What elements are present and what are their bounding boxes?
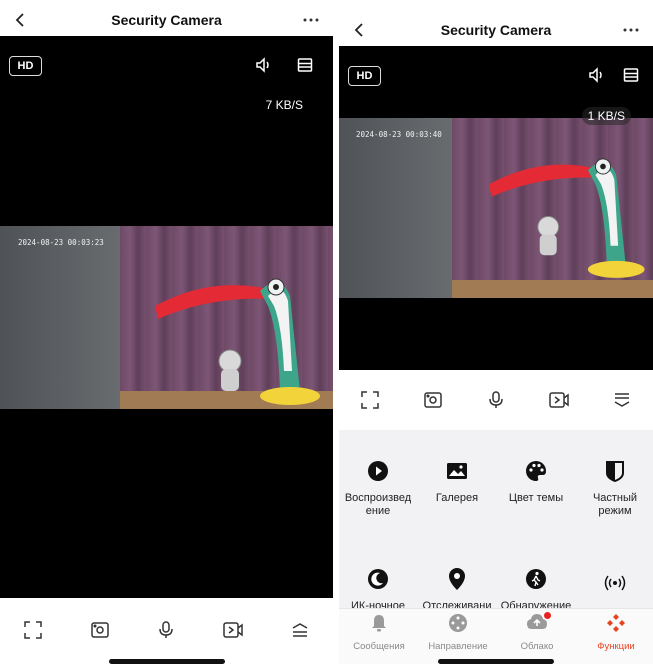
collapse-menu-icon[interactable] (607, 385, 637, 415)
camera-frame: 2024-08-23 00:03:23 (0, 226, 333, 409)
live-video-view[interactable]: HD 2024-08-23 00:03:40 1 KB/S (339, 46, 653, 370)
func-tracking[interactable]: Отслеживани (418, 566, 496, 608)
direction-pad-icon (448, 613, 468, 638)
func-wireless[interactable] (576, 570, 653, 604)
tab-label: Сообщения (353, 641, 405, 652)
tab-direction[interactable]: Направление (419, 613, 497, 652)
toucan-lamp-image (488, 158, 645, 278)
cloud-upload-icon (526, 612, 551, 638)
camera-frame: 2024-08-23 00:03:40 (339, 118, 653, 298)
func-label: Воспроизвед ение (344, 492, 412, 517)
layout-icon[interactable] (620, 64, 642, 86)
wireless-signal-icon (602, 570, 628, 596)
page-title: Security Camera (440, 22, 552, 38)
microphone-icon[interactable] (481, 385, 511, 415)
layout-icon[interactable] (294, 54, 316, 76)
func-label: ИК-ночное (351, 600, 405, 608)
tab-label: Направление (428, 641, 488, 652)
tab-functions[interactable]: Функции (577, 613, 653, 652)
control-bar (339, 382, 653, 418)
notification-dot (544, 612, 551, 619)
bitrate-readout: 1 KB/S (581, 107, 631, 125)
hd-quality-button[interactable]: HD (9, 56, 42, 76)
record-video-icon[interactable] (544, 385, 574, 415)
location-pin-icon (444, 566, 470, 592)
bottom-tab-bar: Сообщения Направление Облако Функции (339, 608, 653, 664)
play-icon (365, 458, 391, 484)
camera-wall (339, 118, 459, 298)
bitrate-readout: 7 KB/S (265, 98, 303, 112)
fullscreen-icon[interactable] (355, 385, 385, 415)
left-phone-screen: Security Camera HD 7 KB/S 2024-08-23 00:… (0, 0, 333, 664)
back-chevron-icon[interactable] (347, 18, 371, 42)
expand-menu-icon[interactable] (285, 615, 315, 645)
func-label: Галерея (435, 492, 479, 504)
func-label: Отслеживани (422, 600, 492, 608)
camera-wall (0, 226, 127, 409)
more-options-icon[interactable] (617, 18, 645, 42)
speaker-icon[interactable] (252, 54, 274, 76)
func-private-mode[interactable]: Частный режим (576, 458, 653, 518)
top-bar: Security Camera (339, 10, 653, 50)
control-bar (0, 612, 333, 648)
video-timestamp: 2024-08-23 00:03:23 (18, 238, 104, 247)
func-playback[interactable]: Воспроизвед ение (339, 458, 417, 518)
page-title: Security Camera (111, 12, 222, 28)
speaker-icon[interactable] (585, 64, 607, 86)
functions-diamond-icon (606, 613, 626, 638)
tab-messages[interactable]: Сообщения (340, 613, 418, 652)
func-theme-color[interactable]: Цвет темы (497, 458, 575, 505)
more-options-icon[interactable] (297, 8, 325, 32)
toucan-lamp-image (155, 278, 320, 405)
func-detection[interactable]: Обнаружение (497, 566, 575, 608)
video-timestamp: 2024-08-23 00:03:40 (356, 130, 442, 139)
live-video-view[interactable]: HD 7 KB/S 2024-08-23 00:03:23 (0, 36, 333, 598)
privacy-shield-icon (602, 458, 628, 484)
palette-icon (523, 458, 549, 484)
home-indicator[interactable] (438, 659, 554, 664)
moon-icon (365, 566, 391, 592)
back-chevron-icon[interactable] (8, 8, 32, 32)
screenshot-icon[interactable] (85, 615, 115, 645)
right-phone-screen: Security Camera HD 2024-08-23 00:03:40 1… (339, 0, 653, 664)
func-gallery[interactable]: Галерея (418, 458, 496, 505)
bell-icon (370, 613, 388, 638)
motion-walker-icon (523, 566, 549, 592)
record-video-icon[interactable] (218, 615, 248, 645)
home-indicator[interactable] (108, 659, 225, 664)
tab-label: Функции (597, 641, 635, 652)
fullscreen-icon[interactable] (18, 615, 48, 645)
microphone-icon[interactable] (151, 615, 181, 645)
tab-cloud[interactable]: Облако (498, 612, 576, 652)
func-ir-night[interactable]: ИК-ночное (339, 566, 417, 608)
screenshot-icon[interactable] (418, 385, 448, 415)
func-label: Частный режим (592, 492, 638, 517)
hd-quality-button[interactable]: HD (348, 66, 381, 86)
tab-label: Облако (520, 641, 554, 652)
top-bar: Security Camera (0, 0, 333, 40)
func-label: Цвет темы (508, 492, 564, 504)
gallery-icon (444, 458, 470, 484)
func-label: Обнаружение (500, 600, 572, 608)
functions-panel: Воспроизвед ение Галерея Цвет темы Частн… (339, 430, 653, 608)
